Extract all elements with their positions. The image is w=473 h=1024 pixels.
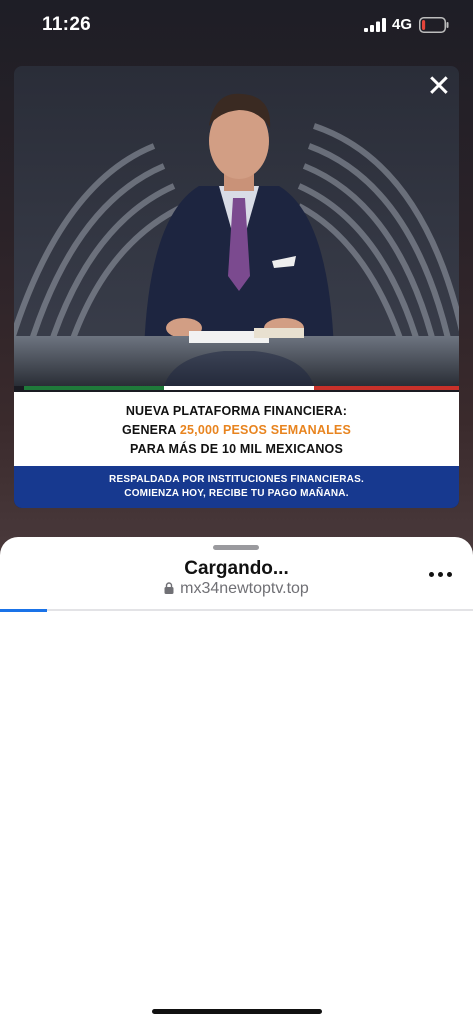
sheet-grabber[interactable] xyxy=(213,545,259,550)
loading-progress-fill xyxy=(0,609,48,612)
status-bar: 11:26 4G xyxy=(0,0,473,54)
ad-media[interactable]: ✕ NUEVA PLATAFORMA FINANCIERA: GENERA 25… xyxy=(14,66,459,508)
news-anchor-video-frame[interactable] xyxy=(14,66,459,386)
loading-progress-bar xyxy=(0,609,473,612)
browser-sheet: Cargando... mx34newtoptv.top xyxy=(0,537,473,1024)
network-type: 4G xyxy=(392,16,413,33)
close-icon[interactable]: ✕ xyxy=(424,72,454,102)
url-text: mx34newtoptv.top xyxy=(180,580,309,597)
ad-subline-band: RESPALDADA POR INSTITUCIONES FINANCIERAS… xyxy=(14,466,459,508)
more-options-icon[interactable] xyxy=(426,567,456,581)
battery-icon xyxy=(419,17,449,33)
ad-headline-line3: PARA MÁS DE 10 MIL MEXICANOS xyxy=(129,442,344,456)
ad-headline-line1: NUEVA PLATAFORMA FINANCIERA: xyxy=(125,404,348,418)
ad-headline-highlight: 25,000 PESOS SEMANALES xyxy=(179,423,352,437)
page-title: Cargando... xyxy=(184,558,289,579)
ad-headline-panel: NUEVA PLATAFORMA FINANCIERA: GENERA 25,0… xyxy=(14,392,459,466)
status-time: 11:26 xyxy=(42,14,92,35)
ad-subline1: RESPALDADA POR INSTITUCIONES FINANCIERAS… xyxy=(109,474,364,485)
url-bar[interactable]: mx34newtoptv.top xyxy=(0,580,473,598)
home-indicator[interactable] xyxy=(152,1009,322,1014)
lock-icon xyxy=(164,582,174,594)
ad-headline-line2: GENERA 25,000 PESOS SEMANALES xyxy=(14,421,459,440)
signal-icon xyxy=(364,18,386,32)
ad-headline-prefix: GENERA xyxy=(121,423,180,437)
ad-subline2: COMIENZA HOY, RECIBE TU PAGO MAÑANA. xyxy=(124,488,349,499)
